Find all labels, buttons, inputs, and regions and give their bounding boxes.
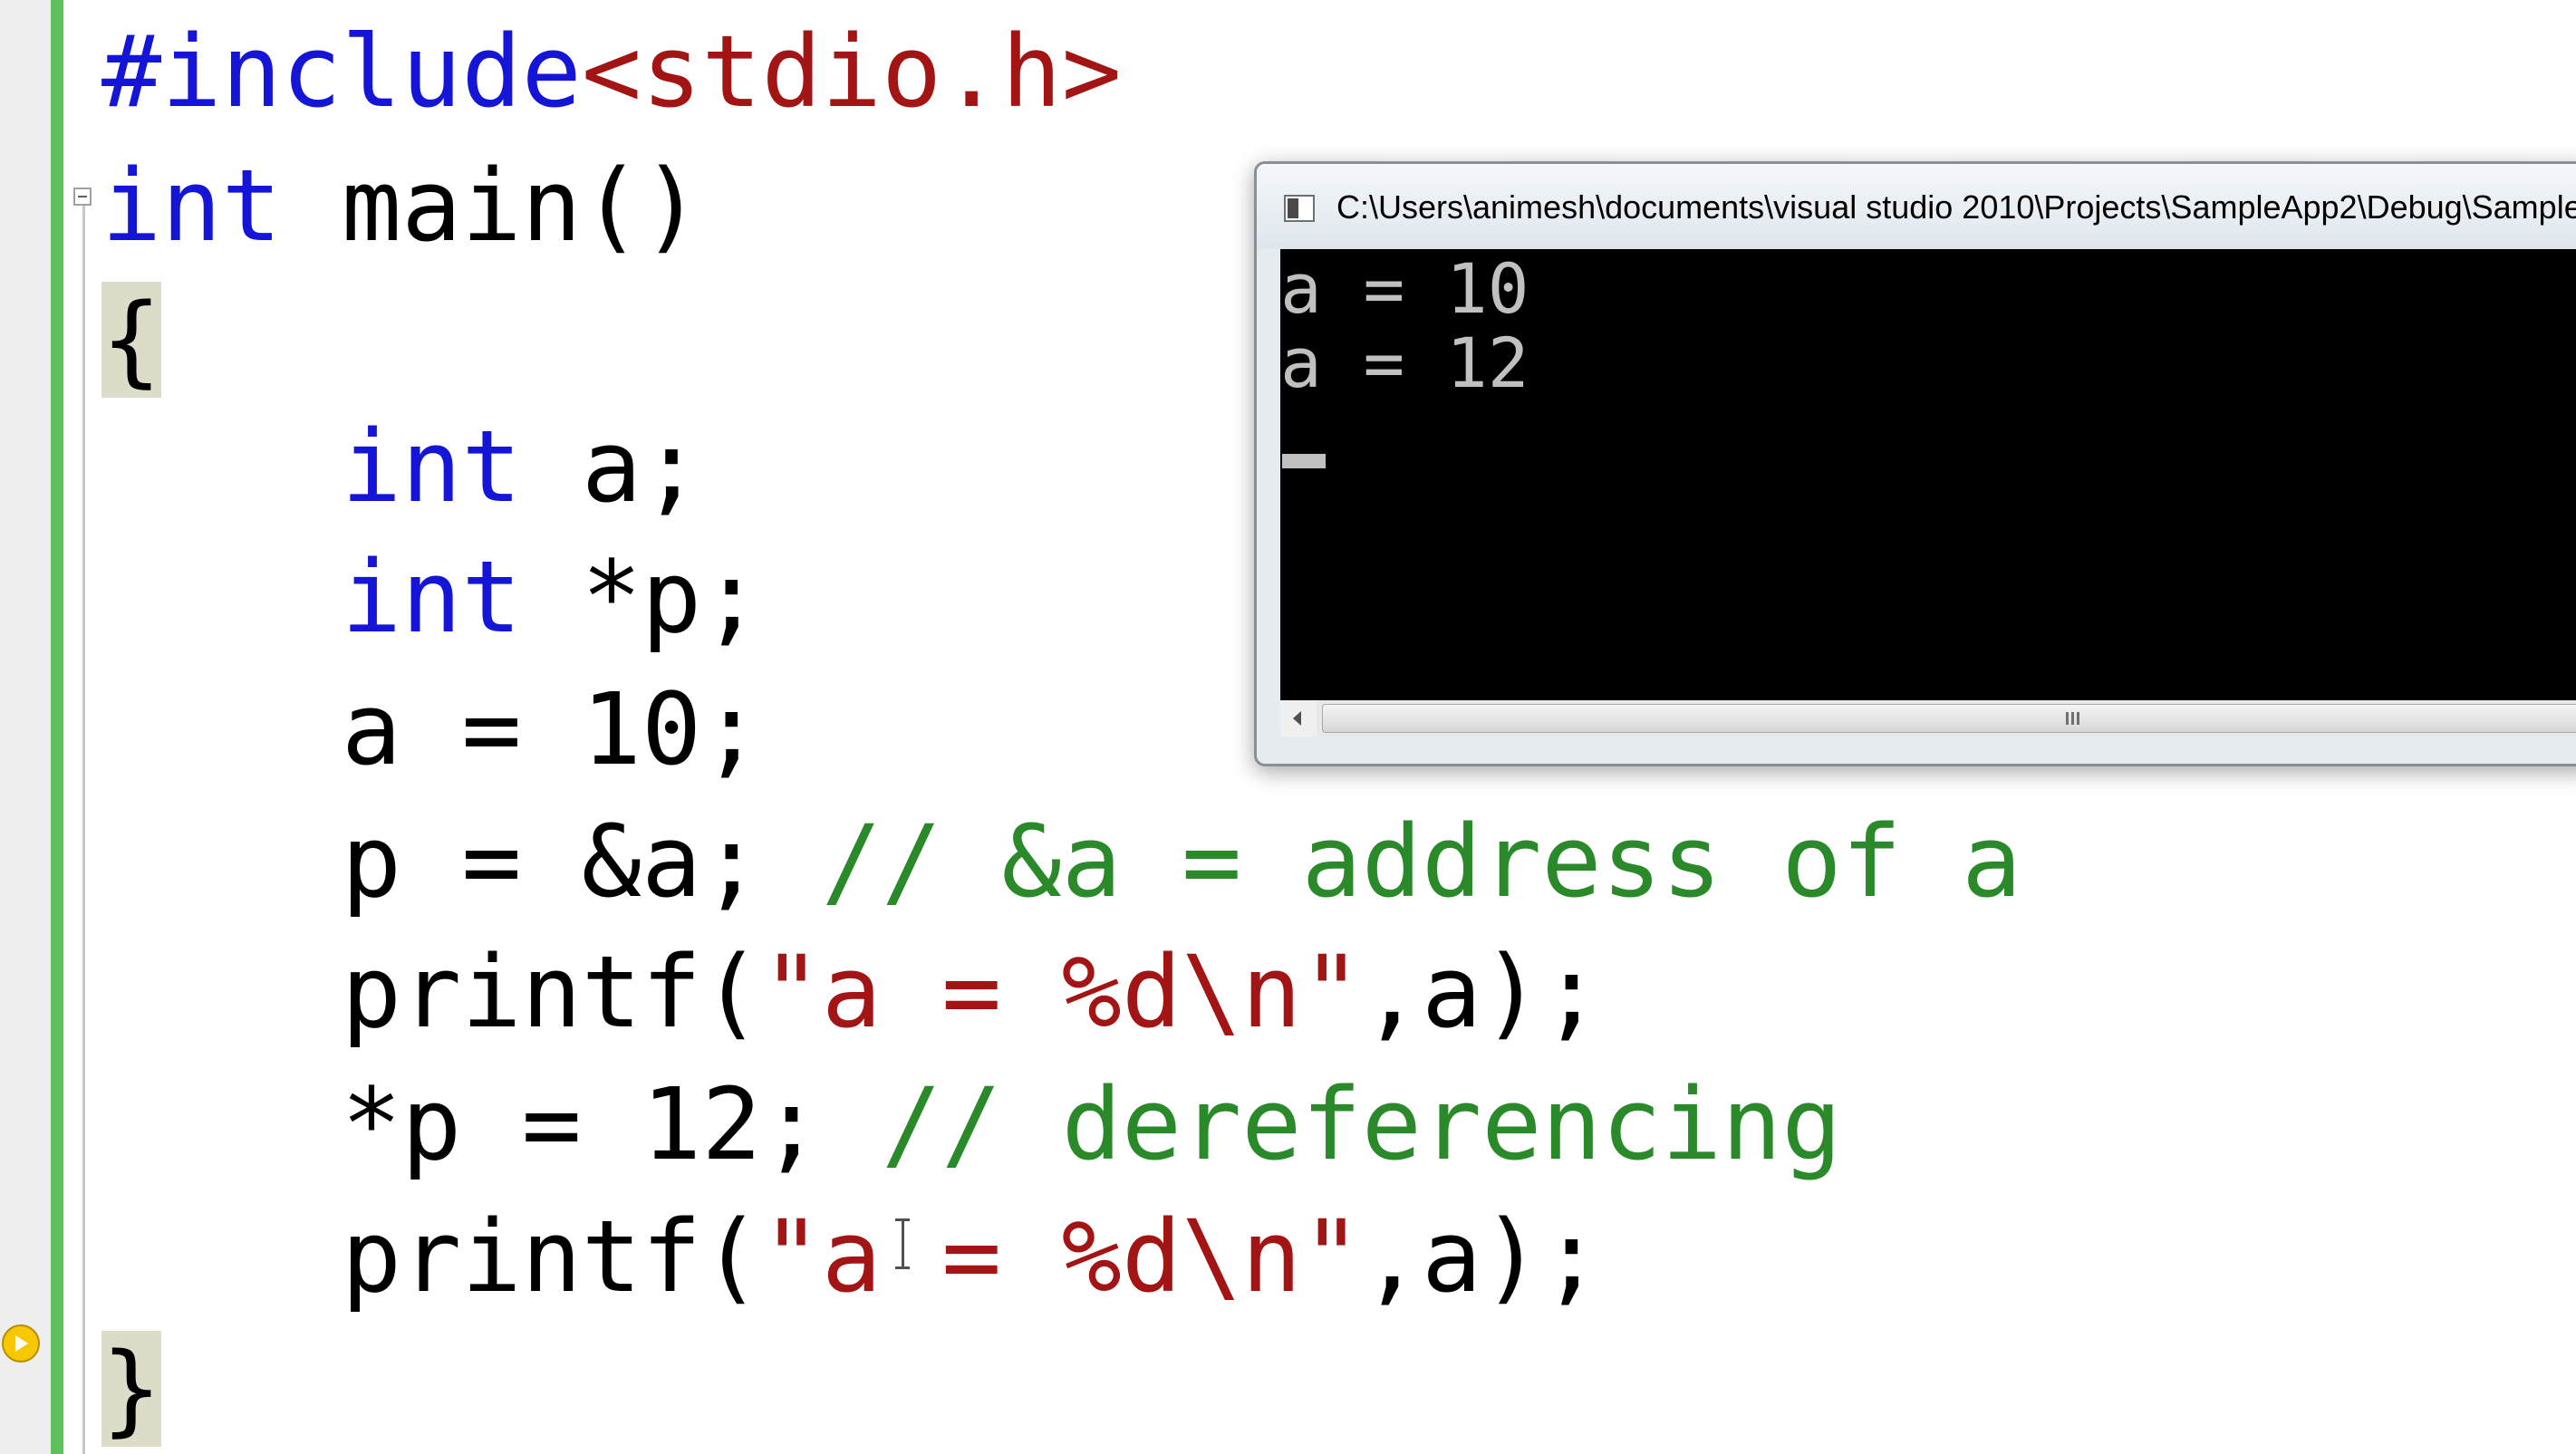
code-text: p = &a; xyxy=(101,804,822,920)
code-line-open-brace: { xyxy=(101,282,162,398)
code-text: a = 10; xyxy=(101,671,762,787)
outline-guide-line xyxy=(82,204,85,1454)
editor-gutter xyxy=(0,0,51,1454)
code-comment: // dereferencing xyxy=(881,1066,1842,1182)
scroll-left-arrow-icon[interactable] xyxy=(1280,700,1317,737)
code-keyword: int xyxy=(101,148,282,264)
code-line-main-signature: int main() xyxy=(101,156,701,255)
horizontal-scrollbar[interactable] xyxy=(1280,700,2576,737)
scrollbar-thumb[interactable] xyxy=(1322,704,2576,733)
code-line-declare-a: int a; xyxy=(101,417,701,516)
console-window[interactable]: C:\Users\animesh\documents\visual studio… xyxy=(1254,161,2576,766)
code-string: <stdio.h> xyxy=(581,14,1122,130)
code-text: *p; xyxy=(521,539,762,655)
execution-arrow-icon xyxy=(2,1324,40,1363)
code-line-assign-p: p = &a; // &a = address of a xyxy=(101,812,2021,911)
scrollbar-grip-icon xyxy=(2066,712,2082,725)
code-line-include: #include<stdio.h> xyxy=(101,22,1122,121)
code-brace: } xyxy=(101,1331,162,1447)
code-string: "a = %d\n" xyxy=(761,934,1362,1050)
console-titlebar[interactable]: C:\Users\animesh\documents\visual studio… xyxy=(1257,164,2576,249)
code-string: "a = %d\n" xyxy=(761,1199,1362,1314)
code-keyword: #include xyxy=(101,14,582,130)
code-brace: { xyxy=(101,282,162,398)
code-line-printf-1: printf("a = %d\n",a); xyxy=(101,942,1602,1042)
code-text: printf( xyxy=(101,934,762,1050)
code-text: ,a); xyxy=(1361,1199,1602,1314)
console-output: a = 10 a = 12 xyxy=(1280,249,2576,700)
code-line-close-brace: } xyxy=(101,1331,162,1447)
code-text: *p = 12; xyxy=(101,1066,882,1182)
code-line-assign-a: a = 10; xyxy=(101,679,762,779)
code-comment: // &a = address of a xyxy=(821,804,2022,920)
console-output-line: a = 12 xyxy=(1280,323,1529,403)
console-title: C:\Users\animesh\documents\visual studio… xyxy=(1336,188,2576,226)
collapse-icon[interactable] xyxy=(73,188,92,206)
code-keyword: int xyxy=(341,539,522,655)
change-tracking-bar xyxy=(51,0,63,1454)
code-line-printf-2: printf("a = %d\n",a); xyxy=(101,1207,1602,1306)
code-line-dereference: *p = 12; // dereferencing xyxy=(101,1074,1842,1174)
console-text-cursor xyxy=(1282,454,1326,468)
code-keyword: int xyxy=(341,409,522,525)
code-text: main() xyxy=(281,148,702,264)
code-text: a; xyxy=(521,409,702,525)
code-line-declare-p: int *p; xyxy=(101,547,762,647)
console-app-icon xyxy=(1284,195,1315,222)
console-output-line: a = 10 xyxy=(1280,248,1529,329)
ibeam-cursor-icon xyxy=(893,1218,912,1269)
code-text: ,a); xyxy=(1361,934,1602,1050)
code-text: printf( xyxy=(101,1199,762,1314)
